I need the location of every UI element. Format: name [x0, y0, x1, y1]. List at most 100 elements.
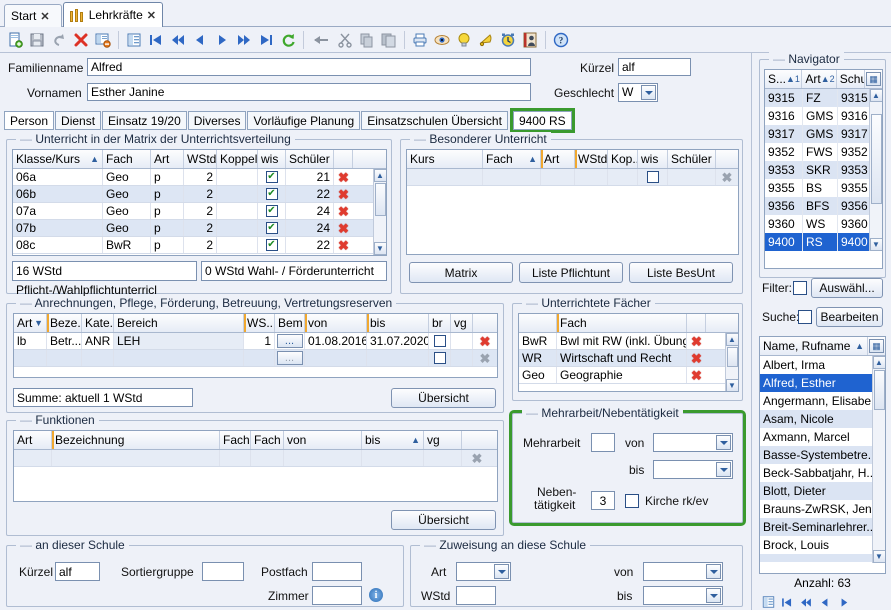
anr-col-kate[interactable]: Kate...: [82, 314, 114, 332]
cell-br[interactable]: [429, 350, 451, 366]
cell-delete[interactable]: ✖: [462, 450, 492, 466]
tab-vorlaeufige-planung[interactable]: Vorläufige Planung: [247, 111, 361, 130]
hint-lightbulb-icon[interactable]: [453, 29, 475, 51]
help-icon[interactable]: ?: [550, 29, 572, 51]
delete-row-icon[interactable]: ✖: [338, 205, 349, 218]
alarm-clock-icon[interactable]: [497, 29, 519, 51]
table-row[interactable]: WR Wirtschaft und Recht ✖: [519, 350, 725, 367]
table-row[interactable]: 08c BwR p 2 22 ✖: [13, 237, 373, 254]
table-row[interactable]: ✖: [14, 450, 497, 467]
prev-page-icon[interactable]: [797, 593, 815, 610]
checkbox-wis[interactable]: [265, 171, 278, 183]
fkt-col-fach2[interactable]: Fach: [251, 431, 284, 449]
mehrarbeit-input[interactable]: [591, 433, 615, 452]
chevron-down-icon[interactable]: [716, 462, 731, 477]
refresh-icon[interactable]: [277, 29, 299, 51]
save-icon[interactable]: [26, 29, 48, 51]
delete-row-icon[interactable]: ✖: [691, 335, 702, 348]
contact-card-icon[interactable]: [519, 29, 541, 51]
kuerzel-input[interactable]: [618, 58, 691, 76]
cell-bem[interactable]: ...: [275, 333, 305, 349]
matrix-col-wstd[interactable]: WStd: [184, 150, 217, 168]
anr-col-bem[interactable]: Bem: [275, 314, 305, 332]
nav-col-art[interactable]: Art ▲2: [802, 70, 837, 88]
delete-row-icon[interactable]: ✖: [338, 222, 349, 235]
matrix-col-wis[interactable]: wis: [258, 150, 286, 168]
tab-einsatzschulen-uebersicht[interactable]: Einsatzschulen Übersicht: [361, 111, 508, 130]
matrix-col-klasse[interactable]: Klasse/Kurs ▲: [13, 150, 103, 168]
bes-col-wstd[interactable]: WStd: [575, 150, 608, 168]
anr-col-bereich[interactable]: Bereich: [114, 314, 244, 332]
bem-ellipsis-button[interactable]: ...: [276, 351, 303, 365]
bes-col-wis[interactable]: wis: [638, 150, 668, 168]
zimmer-input[interactable]: [312, 586, 362, 605]
tab-dienst[interactable]: Dienst: [55, 111, 102, 130]
table-row[interactable]: 9316 GMS 9316: [765, 107, 869, 125]
matrix-button[interactable]: Matrix: [409, 262, 513, 283]
list-item[interactable]: Angermann, Elisabe...: [760, 392, 872, 410]
scroll-down-icon[interactable]: ▼: [373, 242, 386, 255]
anrechnungen-uebersicht-button[interactable]: Übersicht: [391, 388, 496, 408]
cell-bem[interactable]: ...: [275, 350, 305, 366]
delete-row-icon[interactable]: ✖: [691, 352, 702, 365]
matrix-col-fach[interactable]: Fach: [103, 150, 151, 168]
cell-delete[interactable]: ✖: [334, 203, 353, 219]
zuweisung-wstd-input[interactable]: [456, 586, 496, 605]
cell-wis[interactable]: [258, 203, 286, 219]
tab-einsatz[interactable]: Einsatz 19/20: [102, 111, 187, 130]
bes-col-schueler[interactable]: Schüler: [668, 150, 716, 168]
anr-col-bis[interactable]: bis: [367, 314, 429, 332]
liste-pflichtunt-button[interactable]: Liste Pflichtunt: [519, 262, 623, 283]
delete-row-icon[interactable]: ✖: [472, 452, 483, 465]
scroll-down-icon[interactable]: ▼: [872, 550, 885, 563]
familienname-input[interactable]: [87, 58, 531, 76]
last-record-icon[interactable]: [255, 29, 277, 51]
zuweisung-bis-select[interactable]: [643, 586, 723, 605]
cell-delete[interactable]: ✖: [334, 220, 353, 236]
list-item[interactable]: Axmann, Marcel: [760, 428, 872, 446]
suche-bearbeiten-button[interactable]: Bearbeiten: [816, 307, 883, 327]
cell-delete[interactable]: ✖: [473, 350, 497, 366]
fkt-col-art[interactable]: Art: [14, 431, 52, 449]
scroll-up-icon[interactable]: ▲: [869, 89, 882, 102]
scroll-down-icon[interactable]: ▼: [725, 379, 738, 391]
checkbox-wis[interactable]: [265, 222, 278, 234]
checkbox-wis[interactable]: [265, 205, 278, 217]
cell-delete[interactable]: ✖: [334, 237, 353, 253]
zuweisung-von-select[interactable]: [643, 562, 723, 581]
delete-icon[interactable]: [70, 29, 92, 51]
chevron-down-icon[interactable]: [641, 85, 656, 100]
bes-col-art[interactable]: Art: [541, 150, 575, 168]
delete-row-icon[interactable]: ✖: [691, 369, 702, 382]
checkbox-br[interactable]: [433, 352, 446, 364]
table-row[interactable]: 9360 WS 9360: [765, 215, 869, 233]
matrix-col-koppel[interactable]: Koppel: [217, 150, 258, 168]
print-icon[interactable]: [409, 29, 431, 51]
cell-wis[interactable]: [258, 186, 286, 202]
cell-delete[interactable]: ✖: [687, 333, 706, 349]
geschlecht-select[interactable]: W: [618, 83, 658, 102]
anr-col-br[interactable]: br: [429, 314, 451, 332]
list-item[interactable]: Blott, Dieter: [760, 482, 872, 500]
anr-col-beze[interactable]: Beze...: [47, 314, 82, 332]
prev-record-icon[interactable]: [816, 593, 834, 610]
filter-checkbox[interactable]: [793, 281, 807, 295]
postfach-input[interactable]: [312, 562, 362, 581]
table-row[interactable]: 9352 FWS 9352: [765, 143, 869, 161]
table-row[interactable]: 9317 GMS 9317: [765, 125, 869, 143]
delete-row-icon[interactable]: ✖: [338, 239, 349, 252]
copy-icon[interactable]: [356, 29, 378, 51]
table-config-icon[interactable]: ▦: [866, 72, 882, 86]
mehrarbeit-bis-select[interactable]: [653, 460, 733, 479]
cell-delete[interactable]: ✖: [334, 186, 353, 202]
cell-delete[interactable]: ✖: [716, 169, 738, 185]
faecher-scrollbar[interactable]: ▲ ▼: [725, 333, 738, 391]
scrollbar-thumb[interactable]: [873, 370, 885, 410]
nebentaetigkeit-input[interactable]: [591, 491, 615, 510]
delete-row-icon[interactable]: ✖: [338, 188, 349, 201]
fkt-col-bezeichnung[interactable]: Bezeichnung: [52, 431, 220, 449]
first-record-icon[interactable]: [778, 593, 796, 610]
matrix-col-art[interactable]: Art: [151, 150, 184, 168]
edit-record-icon[interactable]: [92, 29, 114, 51]
chevron-down-icon[interactable]: [716, 435, 731, 450]
